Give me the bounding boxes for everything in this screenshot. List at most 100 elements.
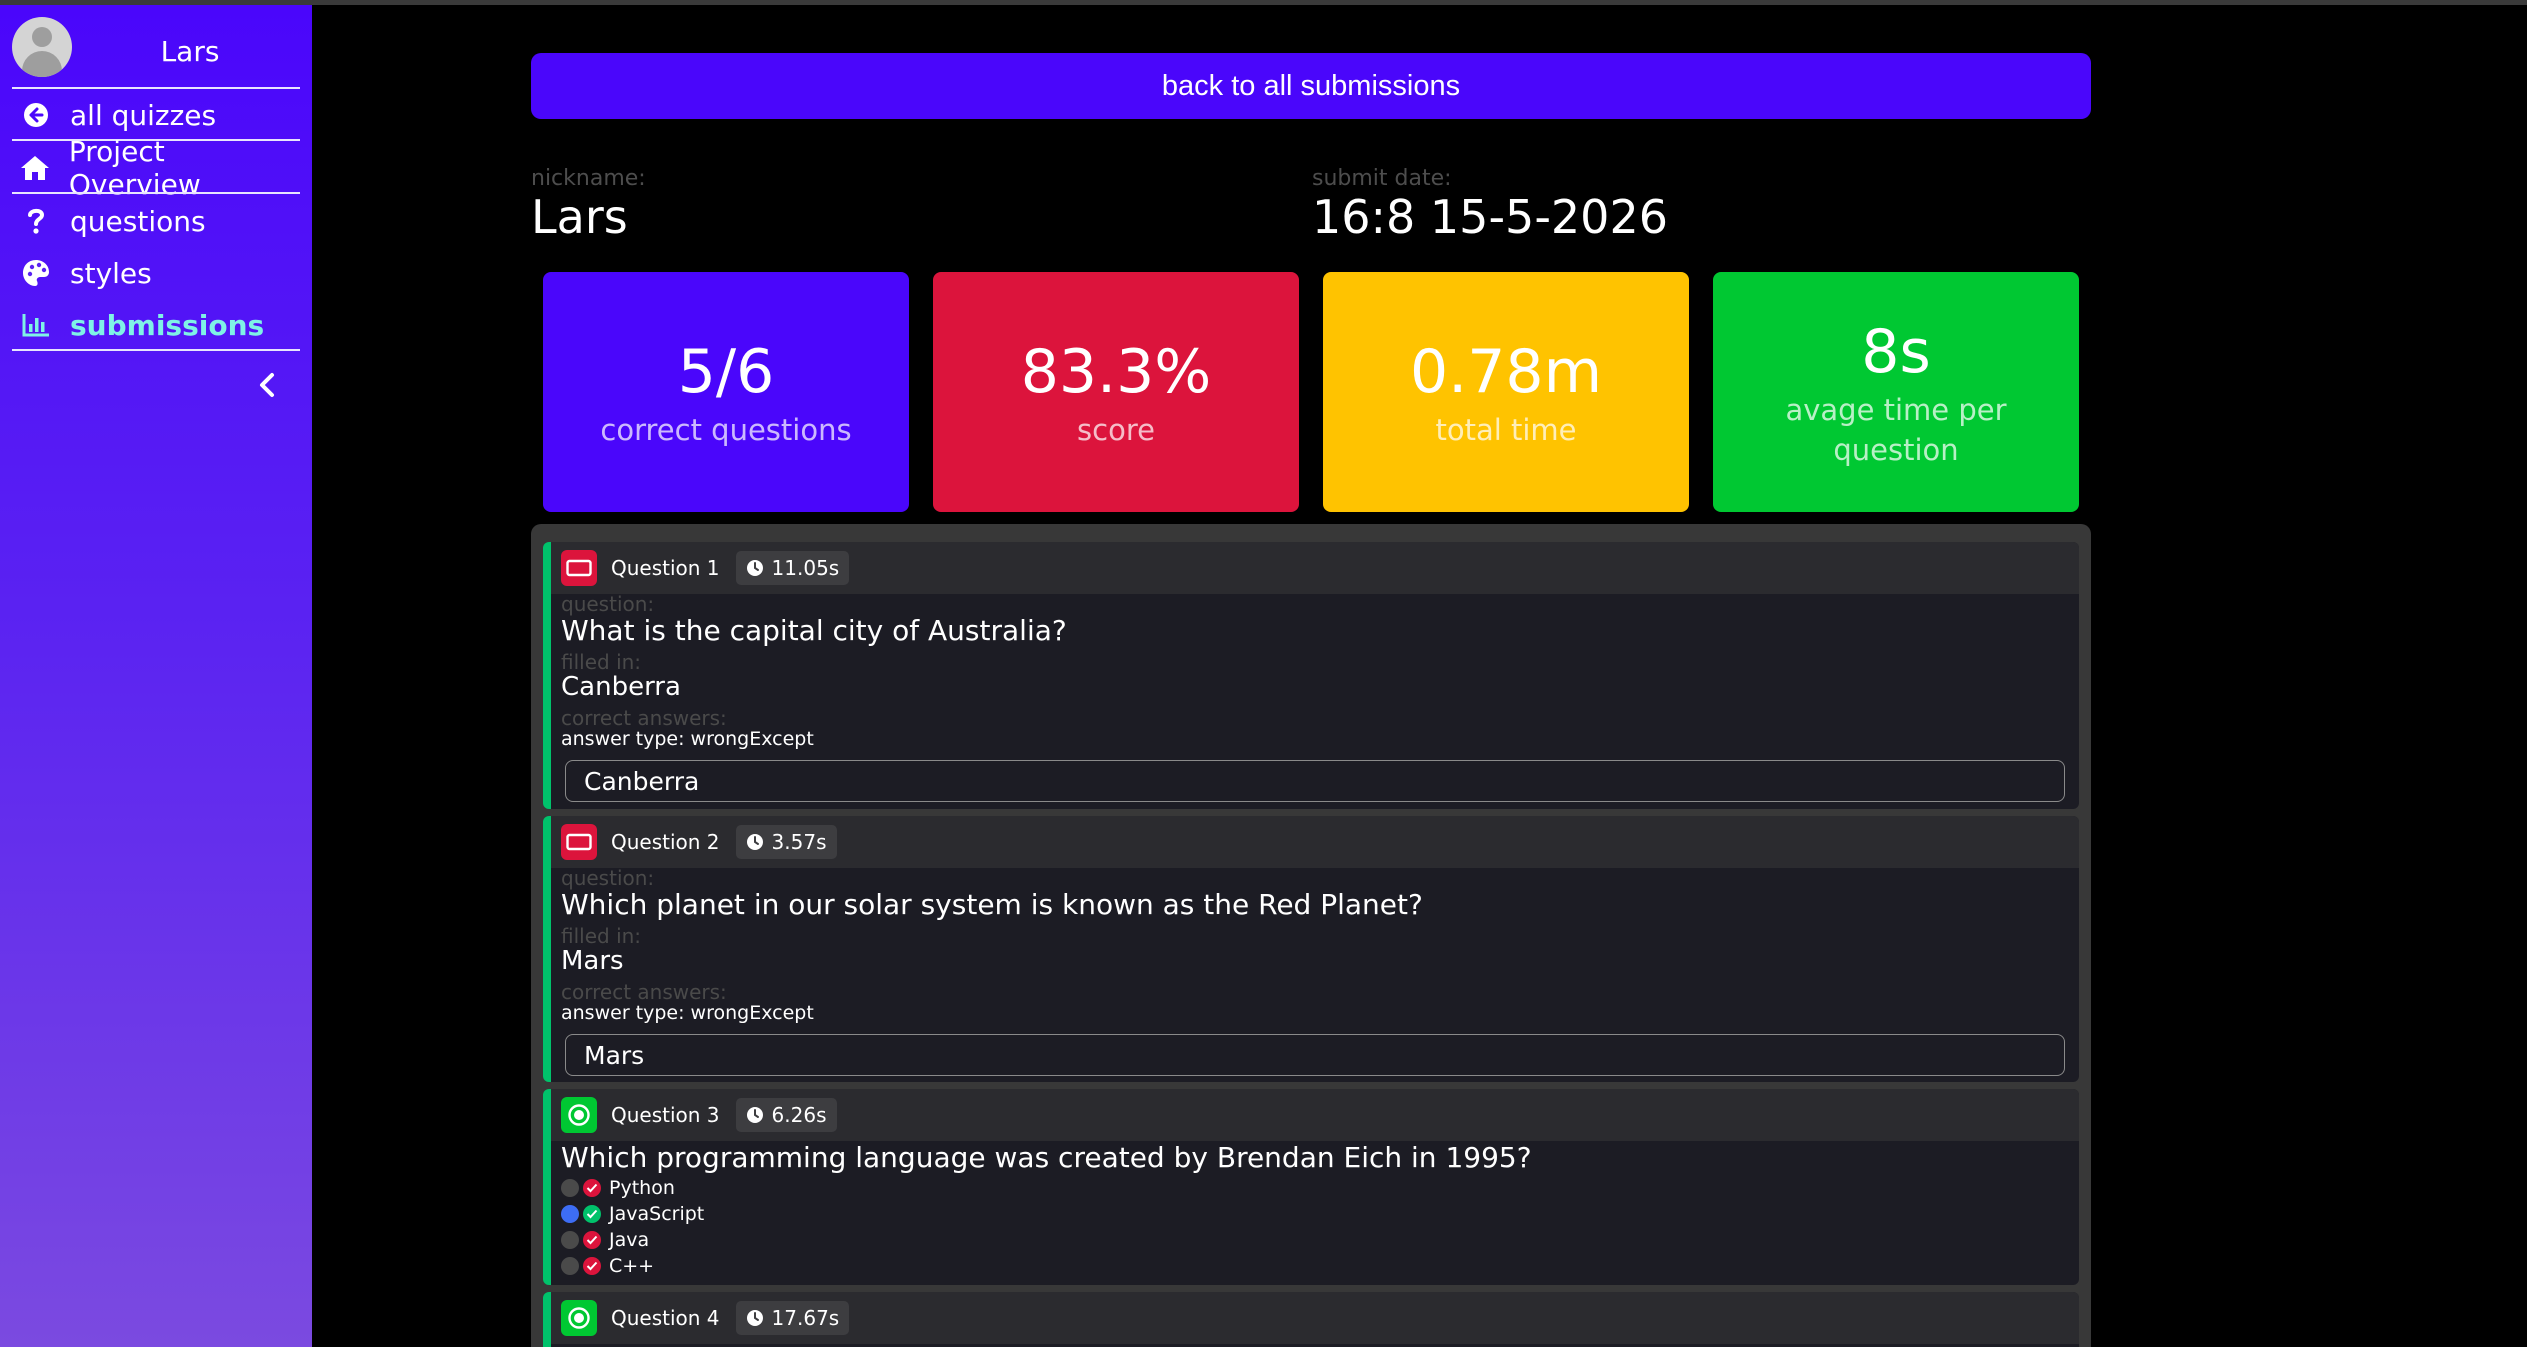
question-title: Question 1: [611, 556, 720, 580]
question-title: Question 4: [611, 1306, 720, 1330]
answer-type: answer type: wrongExcept: [561, 1002, 814, 1024]
text-input-icon: [561, 550, 597, 586]
question-time: 3.57s: [771, 830, 827, 854]
question-time: 6.26s: [771, 1103, 827, 1127]
radio-unselected-icon: [561, 1231, 579, 1249]
question-card: Question 1 11.05s question: What is the …: [543, 542, 2079, 809]
stat-card-correct: 5/6 correct questions: [543, 272, 909, 512]
wrong-check-icon: [583, 1179, 601, 1197]
sidebar-divider: [12, 349, 300, 351]
correct-answers-label: correct answers:: [561, 980, 727, 1004]
stat-card-average-time: 8s avage time per question: [1713, 272, 2079, 512]
question-time-badge: 17.67s: [735, 1301, 850, 1335]
submit-date-value: 16:8 15-5-2026: [1312, 190, 1668, 244]
option-row: C++: [561, 1253, 2067, 1279]
question-card: Question 2 3.57s question: Which planet …: [543, 816, 2079, 1082]
question-time-badge: 11.05s: [735, 551, 850, 585]
collapse-sidebar-button[interactable]: [252, 367, 282, 407]
stat-label: avage time per question: [1785, 393, 2007, 467]
avatar[interactable]: [12, 17, 72, 77]
stat-card-score: 83.3% score: [933, 272, 1299, 512]
correct-answer-field: Mars: [565, 1034, 2065, 1076]
wrong-check-icon: [583, 1257, 601, 1275]
option-label: JavaScript: [609, 1203, 705, 1225]
stat-value: 8s: [1861, 317, 1931, 387]
question-header: Question 3 6.26s: [551, 1089, 2079, 1141]
sidebar-item-label: styles: [70, 256, 152, 290]
sidebar-item-all-quizzes[interactable]: all quizzes: [12, 91, 300, 139]
stat-label: score: [1077, 413, 1155, 447]
sidebar-item-styles[interactable]: styles: [12, 249, 300, 297]
filled-in-value: Mars: [561, 946, 624, 976]
question-body: question: Which planet in our solar syst…: [551, 868, 2079, 1076]
arrow-left-circle-icon: [12, 91, 60, 139]
bar-chart-icon: [12, 301, 60, 349]
user-profile: Lars: [12, 17, 300, 87]
question-title: Question 3: [611, 1103, 720, 1127]
correct-answers-label: correct answers:: [561, 706, 727, 730]
avatar-head: [32, 27, 52, 47]
chevron-left-icon: [258, 372, 276, 402]
question-label: question:: [561, 592, 655, 616]
stat-label: correct questions: [600, 413, 852, 447]
question-list[interactable]: Question 1 11.05s question: What is the …: [531, 524, 2091, 1347]
palette-icon: [12, 249, 60, 297]
sidebar-item-submissions[interactable]: submissions: [12, 301, 300, 349]
question-body: question: What is the capital city of Au…: [551, 594, 2079, 802]
sidebar-divider: [12, 87, 300, 89]
submit-date-label: submit date:: [1312, 166, 1452, 191]
sidebar-item-project-overview[interactable]: Project Overview: [12, 135, 300, 201]
sidebar-item-label: all quizzes: [70, 98, 217, 132]
radio-selected-icon: [561, 1205, 579, 1223]
window-top-border: [0, 0, 2527, 5]
submit-date-block: submit date: 16:8 15-5-2026: [1312, 166, 1668, 243]
radio-unselected-icon: [561, 1257, 579, 1275]
clock-icon: [746, 1107, 763, 1123]
sidebar: Lars all quizzes Project Overview questi…: [0, 5, 312, 1347]
question-header: Question 1 11.05s: [551, 542, 2079, 594]
wrong-check-icon: [583, 1231, 601, 1249]
filled-in-label: filled in:: [561, 924, 642, 948]
nickname-block: nickname: Lars: [531, 166, 646, 243]
question-icon: [12, 197, 60, 245]
question-card: Question 4 17.67s: [543, 1292, 2079, 1347]
stat-label: total time: [1435, 413, 1577, 447]
filled-in-value: Canberra: [561, 672, 681, 702]
correct-check-icon: [583, 1205, 601, 1223]
clock-icon: [746, 834, 763, 850]
text-input-icon: [561, 824, 597, 860]
question-text: Which planet in our solar system is know…: [561, 888, 1423, 921]
sidebar-divider: [12, 192, 300, 194]
nickname-label: nickname:: [531, 166, 646, 191]
option-row: Python: [561, 1175, 2067, 1201]
clock-icon: [746, 1310, 763, 1326]
sidebar-item-label: questions: [70, 204, 206, 238]
option-label: Java: [609, 1229, 650, 1251]
question-text: What is the capital city of Australia?: [561, 614, 1067, 647]
question-time: 17.67s: [771, 1306, 840, 1330]
sidebar-username: Lars: [160, 35, 220, 68]
home-icon: [12, 144, 59, 192]
sidebar-item-label: submissions: [70, 308, 265, 342]
question-time-badge: 3.57s: [735, 825, 837, 859]
radio-unselected-icon: [561, 1179, 579, 1197]
nickname-value: Lars: [531, 190, 628, 244]
question-title: Question 2: [611, 830, 720, 854]
question-card: Question 3 6.26s Which programming langu…: [543, 1089, 2079, 1285]
option-row: Java: [561, 1227, 2067, 1253]
answer-type: answer type: wrongExcept: [561, 728, 814, 750]
question-time: 11.05s: [771, 556, 840, 580]
radio-icon: [561, 1300, 597, 1336]
stat-value: 83.3%: [1020, 337, 1212, 407]
option-row: JavaScript: [561, 1201, 2067, 1227]
back-to-submissions-button[interactable]: back to all submissions: [531, 53, 2091, 119]
question-header: Question 4 17.67s: [551, 1292, 2079, 1344]
question-time-badge: 6.26s: [735, 1098, 837, 1132]
stat-value: 0.78m: [1409, 337, 1603, 407]
sidebar-item-questions[interactable]: questions: [12, 197, 300, 245]
clock-icon: [746, 560, 763, 576]
radio-icon: [561, 1097, 597, 1133]
filled-in-label: filled in:: [561, 650, 642, 674]
question-body: Which programming language was created b…: [551, 1141, 2079, 1279]
stat-value: 5/6: [677, 337, 775, 407]
